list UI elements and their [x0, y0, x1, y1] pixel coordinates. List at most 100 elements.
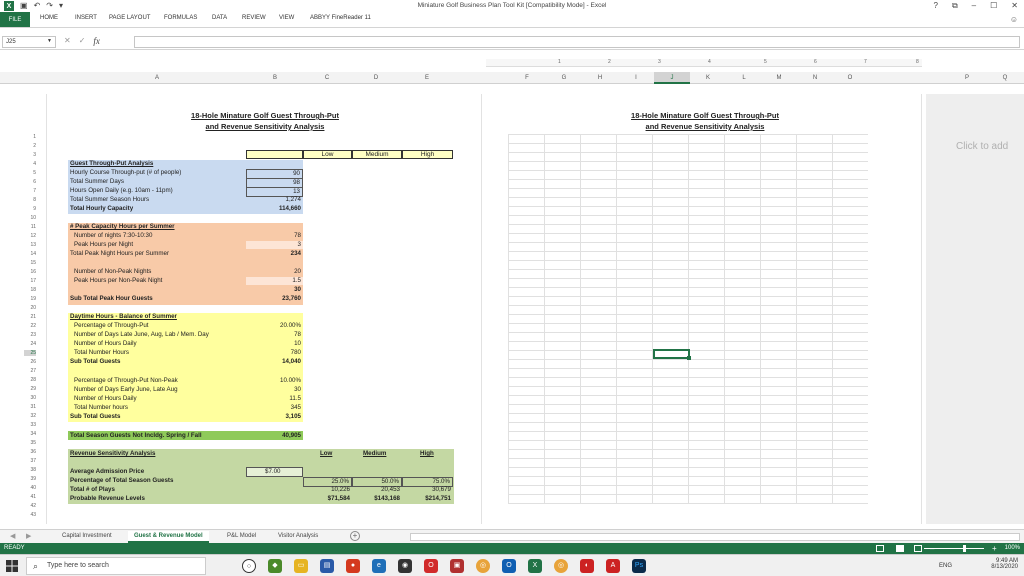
- insert-function-icon[interactable]: fx: [93, 36, 100, 46]
- row-header-11[interactable]: 11: [24, 224, 36, 230]
- row-header-9[interactable]: 9: [24, 206, 36, 212]
- peak-label[interactable]: Total Peak Night Hours per Summer: [70, 250, 169, 258]
- row-header-31[interactable]: 31: [24, 404, 36, 410]
- row-header-35[interactable]: 35: [24, 440, 36, 446]
- normal-view-icon[interactable]: [876, 545, 884, 552]
- taskbar-search-input[interactable]: ⌕ Type here to search: [26, 557, 206, 575]
- throughput-total-value[interactable]: 114,660: [246, 205, 303, 213]
- header-placeholder[interactable]: Click to add: [956, 141, 1008, 152]
- enter-icon[interactable]: ✓: [79, 36, 86, 46]
- row-header-14[interactable]: 14: [24, 251, 36, 257]
- photoshop-icon[interactable]: Ps: [632, 559, 646, 573]
- peak-value[interactable]: 30: [246, 286, 303, 294]
- revenue-header-high[interactable]: High: [420, 450, 434, 458]
- help-icon[interactable]: ?: [934, 1, 938, 11]
- cancel-icon[interactable]: ✕: [64, 36, 71, 46]
- daytime-value[interactable]: 780: [246, 349, 301, 357]
- column-header-h[interactable]: H: [593, 75, 607, 81]
- tab-insert[interactable]: INSERT: [75, 15, 97, 21]
- sheet-tab-capital-investment[interactable]: Capital Investment: [56, 531, 118, 543]
- column-header-m[interactable]: M: [772, 75, 786, 81]
- throughput-total-label[interactable]: Total Hourly Capacity: [70, 205, 133, 213]
- revenue-cell[interactable]: 30,679: [402, 486, 453, 494]
- zoom-slider[interactable]: [924, 548, 984, 549]
- page-layout-view-icon[interactable]: [896, 545, 904, 552]
- selected-cell-j25[interactable]: [653, 349, 691, 360]
- row-header-10[interactable]: 10: [24, 215, 36, 221]
- zoom-in-icon[interactable]: +: [992, 544, 997, 553]
- row-header-13[interactable]: 13: [24, 242, 36, 248]
- daytime-value[interactable]: 10: [246, 340, 301, 348]
- nonpeak-subtotal-value[interactable]: 3,105: [246, 413, 301, 421]
- nonpeak-label[interactable]: Number of Days Early June, Late Aug: [74, 386, 178, 394]
- scenario-header-medium[interactable]: Medium: [352, 150, 402, 159]
- page-break-view-icon[interactable]: [914, 545, 922, 552]
- row-header-21[interactable]: 21: [24, 314, 36, 320]
- app-icon[interactable]: ◐: [580, 559, 594, 573]
- row-header-18[interactable]: 18: [24, 287, 36, 293]
- scenario-header-blank[interactable]: [246, 150, 303, 159]
- row-header-26[interactable]: 26: [24, 359, 36, 365]
- peak-value[interactable]: 234: [246, 250, 303, 258]
- column-header-p[interactable]: P: [960, 75, 974, 81]
- column-header-n[interactable]: N: [808, 75, 822, 81]
- nonpeak-label[interactable]: Percentage of Through-Put Non-Peak: [74, 377, 178, 385]
- row-header-16[interactable]: 16: [24, 269, 36, 275]
- peak-subtotal-value[interactable]: 23,760: [246, 295, 303, 303]
- close-icon[interactable]: ✕: [1011, 1, 1018, 11]
- season-total-value[interactable]: 40,905: [246, 432, 301, 440]
- name-box[interactable]: J25 ▼: [2, 36, 56, 48]
- row-header-38[interactable]: 38: [24, 467, 36, 473]
- nonpeak-value[interactable]: 10.00%: [246, 377, 301, 385]
- row-header-40[interactable]: 40: [24, 485, 36, 491]
- column-header-d[interactable]: D: [369, 75, 383, 81]
- row-header-41[interactable]: 41: [24, 494, 36, 500]
- row-header-5[interactable]: 5: [24, 170, 36, 176]
- peak-value[interactable]: 3: [246, 241, 303, 249]
- app-icon[interactable]: ●: [346, 559, 360, 573]
- row-header-30[interactable]: 30: [24, 395, 36, 401]
- throughput-value[interactable]: 1,274: [246, 196, 303, 204]
- scenario-header-high[interactable]: High: [402, 150, 453, 159]
- peak-label[interactable]: Number of Non-Peak Nights: [74, 268, 151, 276]
- row-header-32[interactable]: 32: [24, 413, 36, 419]
- column-header-a[interactable]: A: [150, 75, 164, 81]
- windows-start-icon[interactable]: [6, 560, 18, 572]
- row-header-6[interactable]: 6: [24, 179, 36, 185]
- revenue-row-label[interactable]: Percentage of Total Season Guests: [70, 477, 173, 485]
- season-total-label[interactable]: Total Season Guests Not Incldg. Spring /…: [70, 432, 202, 440]
- peak-label[interactable]: Peak Hours per Non-Peak Night: [74, 277, 162, 285]
- revenue-cell[interactable]: $143,168: [352, 495, 402, 503]
- revenue-cell[interactable]: 10,226: [303, 486, 352, 494]
- daytime-subtotal-value[interactable]: 14,040: [246, 358, 301, 366]
- row-header-29[interactable]: 29: [24, 386, 36, 392]
- tab-scroll-left-icon[interactable]: ◀: [10, 532, 15, 540]
- daytime-label[interactable]: Number of Days Late June, Aug, Lab / Mem…: [74, 331, 209, 339]
- tab-data[interactable]: DATA: [212, 15, 227, 21]
- peak-label[interactable]: Peak Hours per Night: [74, 241, 133, 249]
- revenue-row-label[interactable]: Probable Revenue Levels: [70, 495, 145, 503]
- chrome-icon[interactable]: ◎: [476, 559, 490, 573]
- tab-formulas[interactable]: FORMULAS: [164, 15, 197, 21]
- column-header-o[interactable]: O: [843, 75, 857, 81]
- row-header-15[interactable]: 15: [24, 260, 36, 266]
- row-header-8[interactable]: 8: [24, 197, 36, 203]
- row-header-22[interactable]: 22: [24, 323, 36, 329]
- throughput-heading[interactable]: Guest Through-Put Analysis: [70, 160, 153, 168]
- daytime-value[interactable]: 20.00%: [246, 322, 301, 330]
- app-icon[interactable]: ▣: [450, 559, 464, 573]
- opera-icon[interactable]: O: [424, 559, 438, 573]
- column-header-e[interactable]: E: [420, 75, 434, 81]
- row-header-20[interactable]: 20: [24, 305, 36, 311]
- nonpeak-value[interactable]: 30: [246, 386, 301, 394]
- chrome-icon[interactable]: ◎: [554, 559, 568, 573]
- tab-file[interactable]: FILE: [0, 12, 30, 27]
- nonpeak-value[interactable]: 345: [246, 404, 301, 412]
- chevron-down-icon[interactable]: ▼: [47, 38, 52, 44]
- daytime-subtotal-label[interactable]: Sub Total Guests: [70, 358, 120, 366]
- admission-value[interactable]: $7.00: [246, 467, 303, 477]
- throughput-label[interactable]: Total Summer Season Hours: [70, 196, 149, 204]
- edge-icon[interactable]: e: [372, 559, 386, 573]
- language-indicator[interactable]: ENG: [939, 563, 952, 569]
- tab-page-layout[interactable]: PAGE LAYOUT: [109, 15, 150, 21]
